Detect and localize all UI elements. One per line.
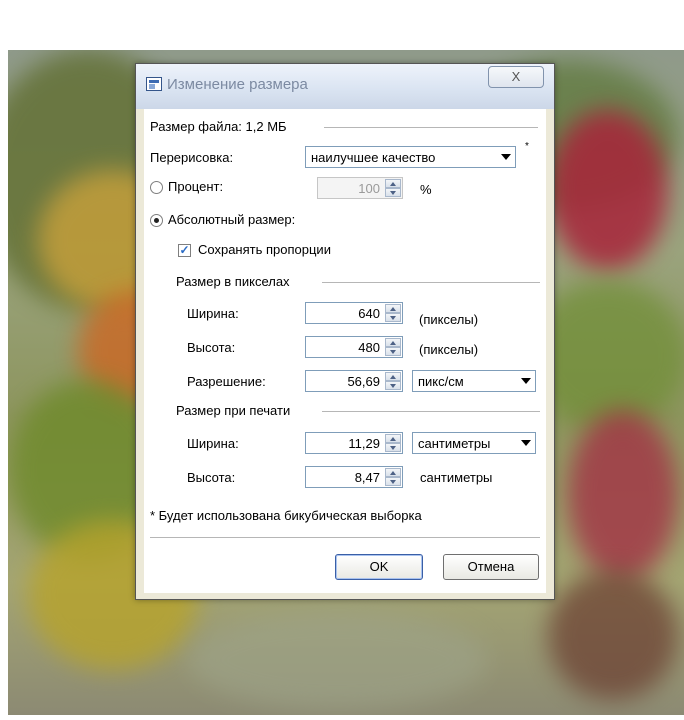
screen-top-strip <box>0 0 684 50</box>
spin-arrow-icon[interactable] <box>385 338 401 356</box>
spin-arrow-icon[interactable] <box>385 468 401 486</box>
print-unit-value: сантиметры <box>418 436 491 451</box>
resample-label: Перерисовка: <box>150 150 234 165</box>
resolution-label: Разрешение: <box>187 374 266 389</box>
pixel-height-value: 480 <box>358 340 380 355</box>
pixel-width-stepper[interactable]: 640 <box>305 302 403 324</box>
absolute-size-radio[interactable] <box>150 214 163 227</box>
cancel-button[interactable]: Отмена <box>443 554 539 580</box>
resample-note: * <box>525 141 529 152</box>
close-icon: X <box>511 69 521 84</box>
keep-ratio-label: Сохранять пропорции <box>198 242 331 257</box>
resample-select[interactable]: наилучшее качество <box>305 146 516 168</box>
print-height-stepper[interactable]: 8,47 <box>305 466 403 488</box>
resize-dialog: Изменение размера X Размер файла: 1,2 МБ… <box>135 63 555 600</box>
resolution-stepper[interactable]: 56,69 <box>305 370 403 392</box>
print-width-label: Ширина: <box>187 436 239 451</box>
resolution-unit-value: пикс/см <box>418 374 464 389</box>
spin-arrow-icon[interactable] <box>385 434 401 452</box>
chevron-down-icon <box>501 154 511 160</box>
percent-value: 100 <box>358 181 380 196</box>
percent-stepper[interactable]: 100 <box>317 177 403 199</box>
close-button[interactable]: X <box>488 66 544 88</box>
pixel-width-value: 640 <box>358 306 380 321</box>
ok-button[interactable]: OK <box>335 554 423 580</box>
resolution-unit-select[interactable]: пикс/см <box>412 370 536 392</box>
resolution-value: 56,69 <box>347 374 380 389</box>
pixel-height-stepper[interactable]: 480 <box>305 336 403 358</box>
spin-arrow-icon[interactable] <box>385 304 401 322</box>
pixel-width-label: Ширина: <box>187 306 239 321</box>
print-width-value: 11,29 <box>348 436 380 451</box>
print-size-header: Размер при печати <box>176 403 291 418</box>
divider <box>322 411 540 412</box>
pixel-size-header: Размер в пикселах <box>176 274 290 289</box>
dialog-body: Размер файла: 1,2 МБ Перерисовка: наилуч… <box>144 109 546 593</box>
print-height-label: Высота: <box>187 470 236 485</box>
chevron-down-icon <box>521 440 531 446</box>
pixel-width-unit: (пикселы) <box>419 312 479 327</box>
pixel-height-label: Высота: <box>187 340 236 355</box>
percent-unit: % <box>420 182 432 197</box>
pixel-height-unit: (пикселы) <box>419 342 479 357</box>
print-height-unit: сантиметры <box>420 470 493 485</box>
divider <box>150 537 540 538</box>
percent-radio[interactable] <box>150 181 163 194</box>
divider <box>324 127 538 128</box>
print-width-stepper[interactable]: 11,29 <box>305 432 403 454</box>
divider <box>322 282 540 283</box>
resample-value: наилучшее качество <box>311 150 436 165</box>
image-app-icon <box>146 77 162 91</box>
chevron-down-icon <box>521 378 531 384</box>
dialog-title: Изменение размера <box>167 76 308 93</box>
footnote: * Будет использована бикубическая выборк… <box>150 508 422 523</box>
absolute-size-label: Абсолютный размер: <box>168 212 296 227</box>
print-unit-select[interactable]: сантиметры <box>412 432 536 454</box>
spin-arrow-icon[interactable] <box>385 372 401 390</box>
keep-ratio-checkbox[interactable]: ✓ <box>178 244 191 257</box>
percent-label: Процент: <box>168 179 224 194</box>
print-height-value: 8,47 <box>354 470 380 485</box>
file-size-label: Размер файла: 1,2 МБ <box>150 119 287 134</box>
spin-arrow-icon[interactable] <box>385 179 401 197</box>
title-bar[interactable]: Изменение размера X <box>136 64 554 109</box>
